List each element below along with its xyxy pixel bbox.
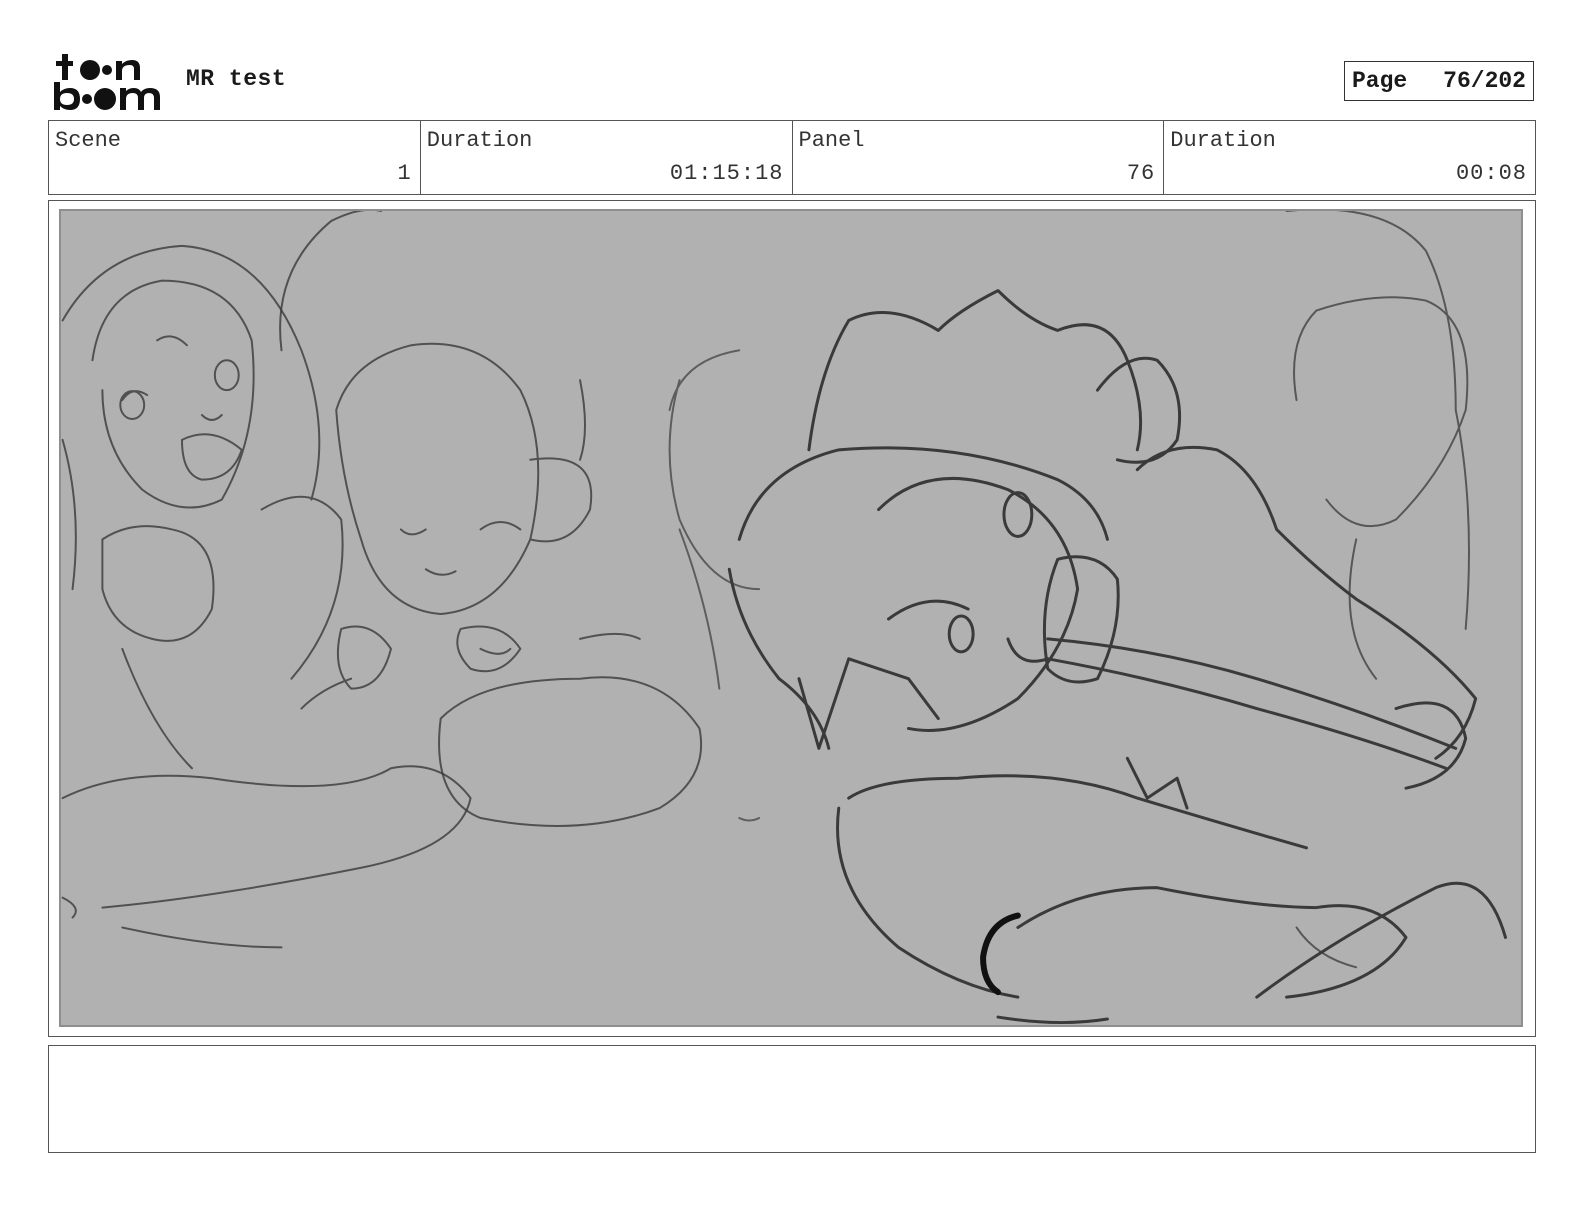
left-character-sketch — [61, 244, 472, 949]
background-shape-sketch — [668, 349, 761, 822]
page-number: 76/202 — [1443, 68, 1526, 94]
scene-cell: Scene 1 — [49, 121, 421, 194]
scene-label: Scene — [55, 128, 122, 153]
scene-value: 1 — [397, 161, 412, 186]
panel-label: Panel — [798, 128, 865, 153]
right-character-sketch — [727, 289, 1507, 1025]
panel-cell: Panel 76 — [793, 121, 1165, 194]
panel-value: 76 — [1126, 161, 1156, 186]
middle-character-sketch — [279, 211, 703, 827]
toonboom-logo — [54, 54, 160, 110]
panel-notes-box — [48, 1045, 1536, 1153]
bracelet-mark — [980, 912, 1021, 996]
panel-duration-cell: Duration 00:08 — [1164, 121, 1535, 194]
right-background-sketch — [1285, 211, 1470, 969]
panel-duration-value: 00:08 — [1455, 161, 1527, 186]
page-indicator: Page 76/202 — [1344, 61, 1534, 101]
storyboard-panel — [48, 200, 1536, 1037]
panel-info-row: Scene 1 Duration 01:15:18 Panel 76 Durat… — [48, 120, 1536, 195]
scene-duration-cell: Duration 01:15:18 — [421, 121, 793, 194]
page-label: Page — [1352, 68, 1408, 94]
project-title: MR test — [186, 66, 287, 92]
scene-duration-label: Duration — [426, 128, 533, 153]
panel-canvas — [59, 209, 1523, 1027]
panel-duration-label: Duration — [1170, 128, 1276, 153]
scene-duration-value: 01:15:18 — [669, 161, 784, 186]
sketch-drawing — [61, 211, 1507, 1025]
